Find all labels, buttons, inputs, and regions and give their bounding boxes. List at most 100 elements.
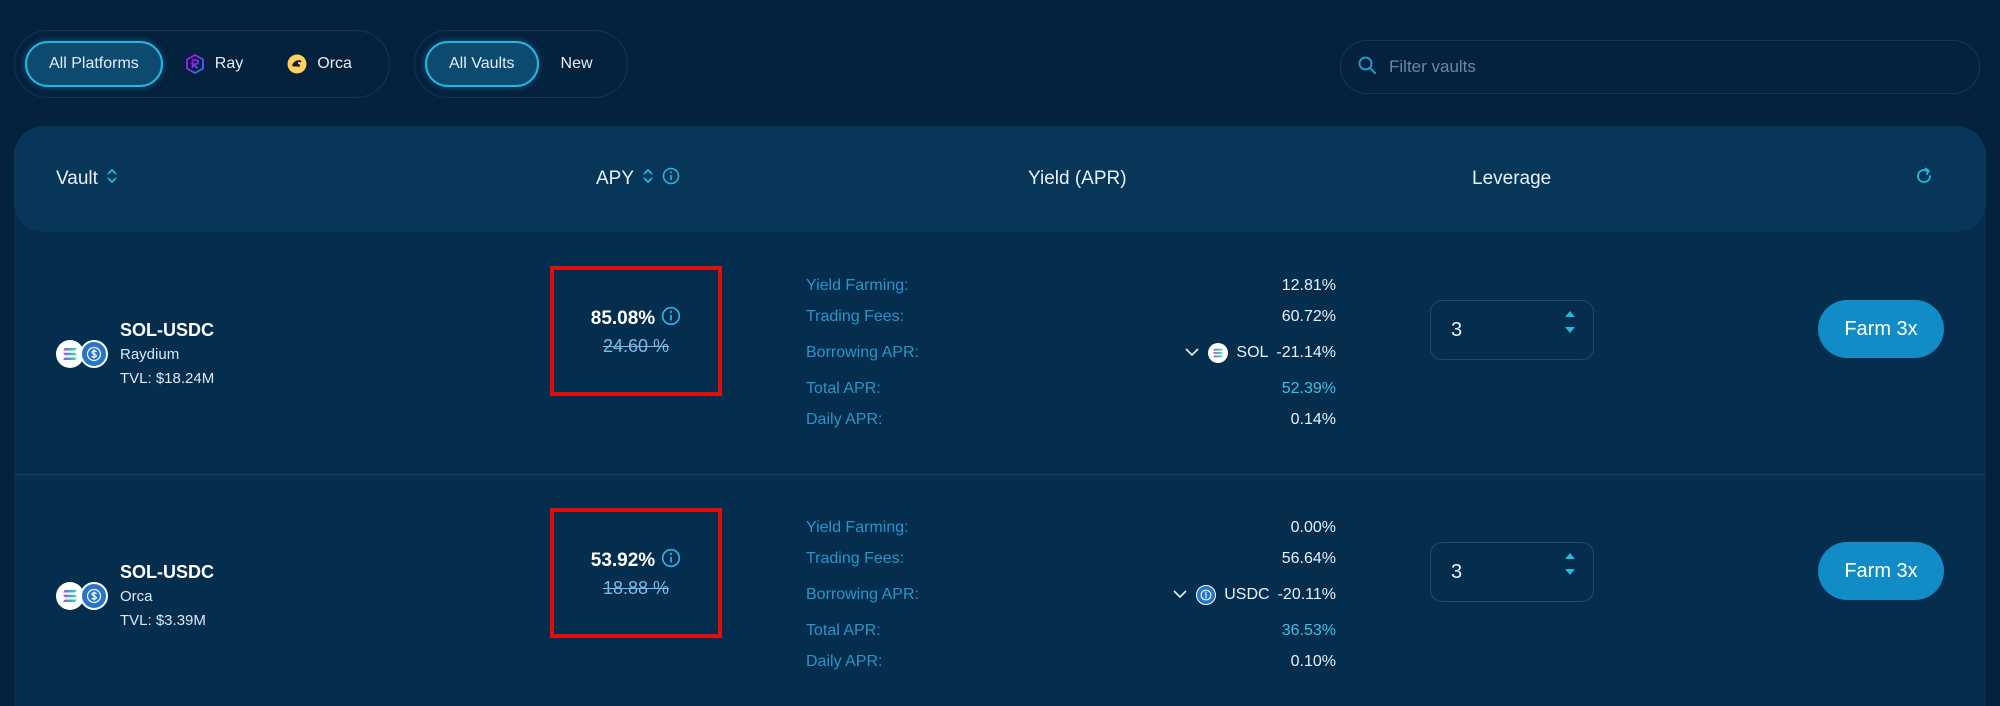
sol-icon (1208, 342, 1229, 363)
trading-fees-label: Trading Fees: (806, 307, 905, 325)
refresh-button[interactable] (1914, 126, 1934, 232)
borrow-token-name: SOL (1236, 343, 1269, 361)
borrow-apr-value: -20.11% (1277, 585, 1336, 603)
raydium-icon (185, 54, 205, 74)
vault-platform: Raydium (120, 346, 180, 363)
leverage-input[interactable] (1451, 560, 1541, 584)
daily-apr-line: Daily APR: 0.10% (806, 646, 1336, 677)
filter-bar: All Platforms Ray Orca All Vaults New Fi… (14, 30, 1980, 98)
apy-value-group: 53.92% (591, 548, 681, 574)
search-box[interactable] (1340, 40, 1980, 94)
yield-farming-line: Yield Farming: 0.00% (806, 512, 1336, 543)
increment-icon[interactable] (1565, 553, 1575, 559)
token-pair (56, 582, 108, 610)
apy-previous-value: 18.88 % (602, 577, 670, 598)
trading-fees-label: Trading Fees: (806, 549, 905, 567)
filter-all-platforms-label: All Platforms (49, 55, 139, 72)
total-apr-label: Total APR: (806, 379, 881, 397)
yield-farming-value: 12.81% (1281, 276, 1336, 294)
decrement-icon[interactable] (1565, 327, 1575, 333)
filter-all-vaults[interactable]: All Vaults (425, 41, 539, 87)
token-pair (56, 340, 108, 368)
header-yield: Yield (APR) (1028, 126, 1127, 232)
borrow-token-name: USDC (1224, 585, 1270, 603)
refresh-icon (1914, 166, 1934, 192)
borrow-token-select[interactable]: SOL -21.14% (1184, 342, 1336, 363)
filter-new-label: New (560, 55, 593, 72)
increment-icon[interactable] (1565, 311, 1575, 317)
filter-orca-label: Orca (317, 55, 352, 72)
filter-ray[interactable]: Ray (163, 41, 265, 87)
filter-orca[interactable]: Orca (265, 41, 374, 87)
borrowing-apr-label: Borrowing APR: (806, 585, 919, 603)
filter-all-vaults-label: All Vaults (449, 55, 515, 72)
daily-apr-value: 0.14% (1290, 410, 1336, 428)
vault-info: SOL-USDC Orca TVL: $3.39M (120, 559, 214, 633)
trading-fees-value: 60.72% (1281, 307, 1336, 325)
vault-table: Vault APY Yield (APR) Leverage SOL-USDC … (14, 126, 1986, 706)
apy-highlight-box: 85.08% 24.60 % (550, 266, 722, 396)
vault-tvl: TVL: $18.24M (120, 370, 215, 387)
search-input[interactable] (1389, 57, 1979, 77)
filter-ray-label: Ray (214, 55, 244, 72)
yield-farming-label: Yield Farming: (806, 276, 909, 294)
decrement-icon[interactable] (1565, 569, 1575, 575)
header-vault-label: Vault (56, 168, 98, 189)
trading-fees-value: 56.64% (1281, 549, 1336, 567)
usdc-icon (80, 582, 108, 610)
daily-apr-label: Daily APR: (806, 410, 883, 428)
stepper-arrows (1565, 311, 1575, 333)
stepper-arrows (1565, 553, 1575, 575)
total-apr-line: Total APR: 36.53% (806, 615, 1336, 646)
total-apr-value: 52.39% (1281, 379, 1336, 397)
table-row: SOL-USDC Orca TVL: $3.39M 53.92% 18.88 % (14, 476, 1986, 706)
apy-value: 53.92% (590, 549, 656, 571)
borrowing-apr-line: Borrowing APR: USDC -20.11% (806, 574, 1336, 615)
daily-apr-value: 0.10% (1290, 652, 1336, 670)
filter-all-platforms[interactable]: All Platforms (25, 41, 163, 87)
orca-icon (287, 54, 307, 74)
info-icon[interactable] (661, 306, 681, 332)
table-row: SOL-USDC Raydium TVL: $18.24M 85.08% 24.… (14, 234, 1986, 474)
header-leverage: Leverage (1472, 126, 1551, 232)
borrow-token-select[interactable]: USDC -20.11% (1172, 584, 1336, 605)
platform-filter-group: All Platforms Ray Orca (14, 30, 390, 98)
leverage-input[interactable] (1451, 318, 1541, 342)
vault-cell: SOL-USDC Orca TVL: $3.39M (56, 476, 214, 706)
chevron-down-icon (1172, 586, 1188, 604)
header-vault[interactable]: Vault (56, 126, 118, 232)
usdc-icon (1196, 584, 1217, 605)
chevron-down-icon (1184, 344, 1200, 362)
vault-platform: Orca (120, 588, 153, 605)
leverage-stepper[interactable] (1430, 542, 1594, 602)
sort-icon (106, 168, 118, 190)
borrowing-apr-line: Borrowing APR: SOL -21.14% (806, 332, 1336, 373)
farm-button[interactable]: Farm 3x (1818, 300, 1944, 358)
apy-previous-value: 24.60 % (602, 335, 670, 356)
info-icon[interactable] (661, 548, 681, 574)
apy-value: 85.08% (590, 307, 656, 329)
vault-name: SOL-USDC (120, 320, 214, 340)
yield-farming-label: Yield Farming: (806, 518, 909, 536)
row-divider (14, 474, 1986, 475)
total-apr-label: Total APR: (806, 621, 881, 639)
info-icon[interactable] (662, 167, 680, 191)
search-icon (1357, 55, 1377, 80)
leverage-stepper[interactable] (1430, 300, 1594, 360)
header-apy-label: APY (596, 168, 635, 189)
header-leverage-label: Leverage (1472, 168, 1552, 189)
table-header: Vault APY Yield (APR) Leverage (14, 126, 1986, 232)
header-apy[interactable]: APY (596, 126, 680, 232)
total-apr-line: Total APR: 52.39% (806, 373, 1336, 404)
vault-name: SOL-USDC (120, 562, 214, 582)
borrowing-apr-label: Borrowing APR: (806, 343, 919, 361)
vault-info: SOL-USDC Raydium TVL: $18.24M (120, 317, 214, 391)
filter-new[interactable]: New (539, 41, 615, 87)
daily-apr-label: Daily APR: (806, 652, 883, 670)
yield-farming-value: 0.00% (1290, 518, 1336, 536)
borrow-apr-value: -21.14% (1276, 343, 1336, 361)
farm-button[interactable]: Farm 3x (1818, 542, 1944, 600)
vault-tvl: TVL: $3.39M (120, 612, 206, 629)
header-yield-label: Yield (APR) (1028, 168, 1127, 189)
usdc-icon (80, 340, 108, 368)
